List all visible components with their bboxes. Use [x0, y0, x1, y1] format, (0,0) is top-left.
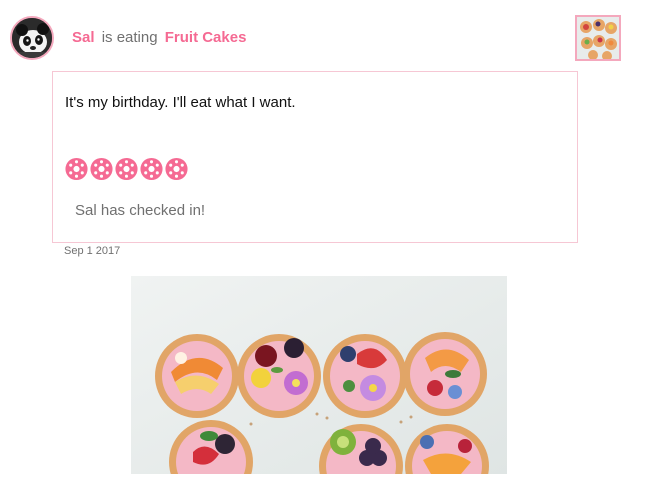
user-name-link[interactable]: Sal — [72, 29, 95, 46]
donut-icon — [165, 157, 188, 181]
action-text: is eating — [101, 29, 158, 46]
item-name-link[interactable]: Fruit Cakes — [165, 29, 247, 46]
post-card: It's my birthday. I'll eat what I want. — [52, 71, 578, 243]
fruit-cakes-thumbnail-icon — [577, 17, 619, 59]
donut-icon — [115, 157, 138, 181]
post-photo[interactable] — [131, 276, 507, 474]
post-header: Sal is eating Fruit Cakes — [72, 29, 246, 47]
donut-icon — [90, 157, 113, 181]
post-page: Sal is eating Fruit Cakes It's my birthd… — [0, 0, 661, 488]
item-thumbnail[interactable] — [575, 15, 621, 61]
donut-icon — [140, 157, 163, 181]
donut-rating — [64, 156, 189, 182]
panda-avatar-icon — [12, 18, 52, 58]
donut-icon — [65, 157, 88, 181]
post-date: Sep 1 2017 — [64, 245, 121, 257]
checkin-status: Sal has checked in! — [75, 202, 206, 219]
fruit-cakes-photo-icon — [131, 276, 507, 474]
user-avatar[interactable] — [10, 16, 54, 60]
post-message: It's my birthday. I'll eat what I want. — [65, 94, 296, 111]
